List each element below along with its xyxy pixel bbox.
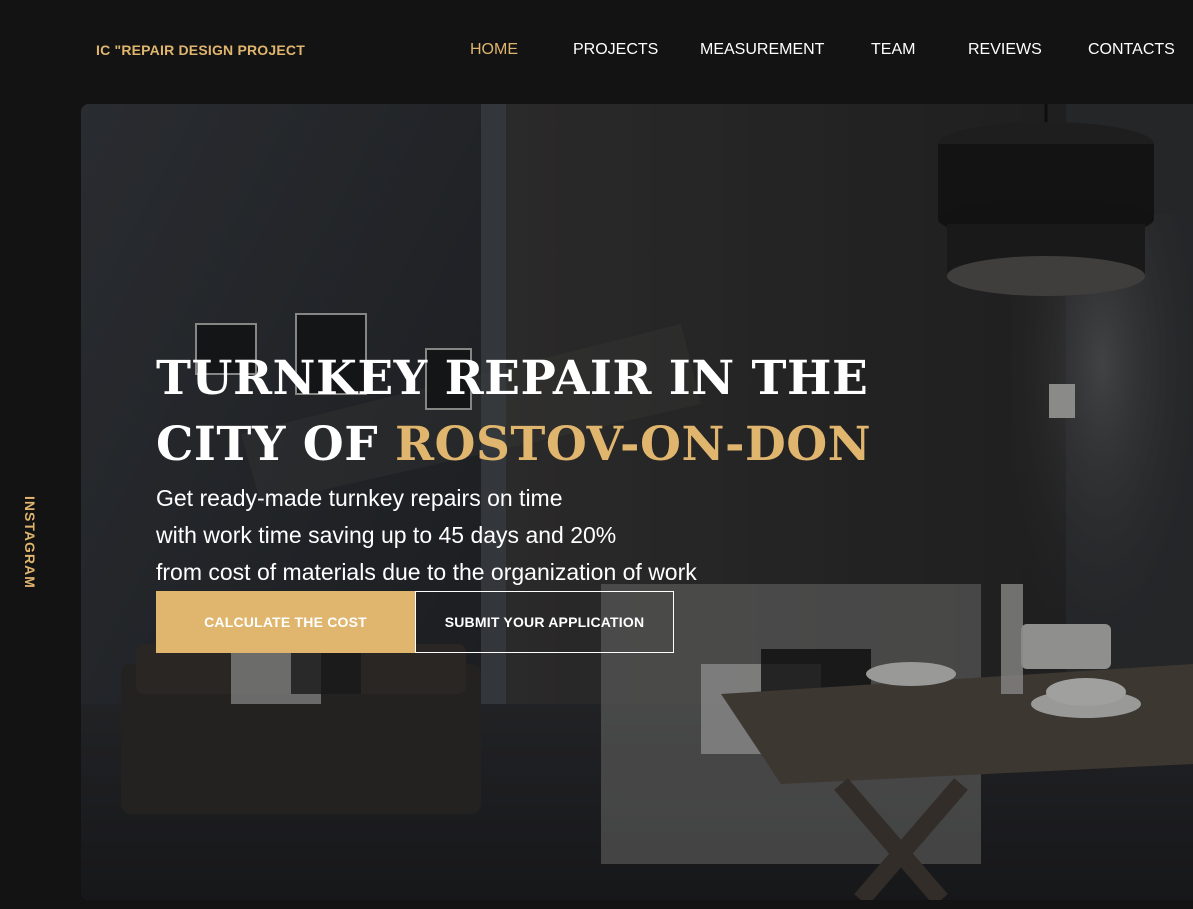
subtext-line-2: with work time saving up to 45 days and … [156,522,617,548]
headline-line-1: TURNKEY REPAIR IN THE [156,351,869,406]
nav-item-projects[interactable]: PROJECTS [573,41,658,59]
page: IC "REPAIR DESIGN PROJECT HOME PROJECTS … [0,0,1193,909]
subtext-line-1: Get ready-made turnkey repairs on time [156,485,563,511]
nav-item-contacts[interactable]: CONTACTS [1088,41,1175,59]
main-nav: HOME PROJECTS MEASUREMENT TEAM REVIEWS C… [0,41,1193,65]
bottom-divider [81,900,1193,909]
nav-item-reviews[interactable]: REVIEWS [968,41,1042,59]
instagram-link[interactable]: INSTAGRAM [22,496,38,589]
hero-subtext: Get ready-made turnkey repairs on time w… [156,480,796,591]
hero-section: TURNKEY REPAIR IN THE CITY OF ROSTOV-ON-… [81,104,1193,900]
subtext-line-3: from cost of materials due to the organi… [156,559,697,585]
headline-line-2-prefix: CITY OF [156,417,395,472]
nav-item-measurement[interactable]: MEASUREMENT [700,41,824,59]
nav-item-team[interactable]: TEAM [871,41,915,59]
nav-item-home[interactable]: HOME [470,41,518,59]
hero-headline: TURNKEY REPAIR IN THE CITY OF ROSTOV-ON-… [156,346,876,478]
submit-application-button[interactable]: SUBMIT YOUR APPLICATION [415,591,674,653]
headline-city-accent: ROSTOV-ON-DON [394,417,872,472]
calculate-cost-button[interactable]: CALCULATE THE COST [156,591,415,653]
